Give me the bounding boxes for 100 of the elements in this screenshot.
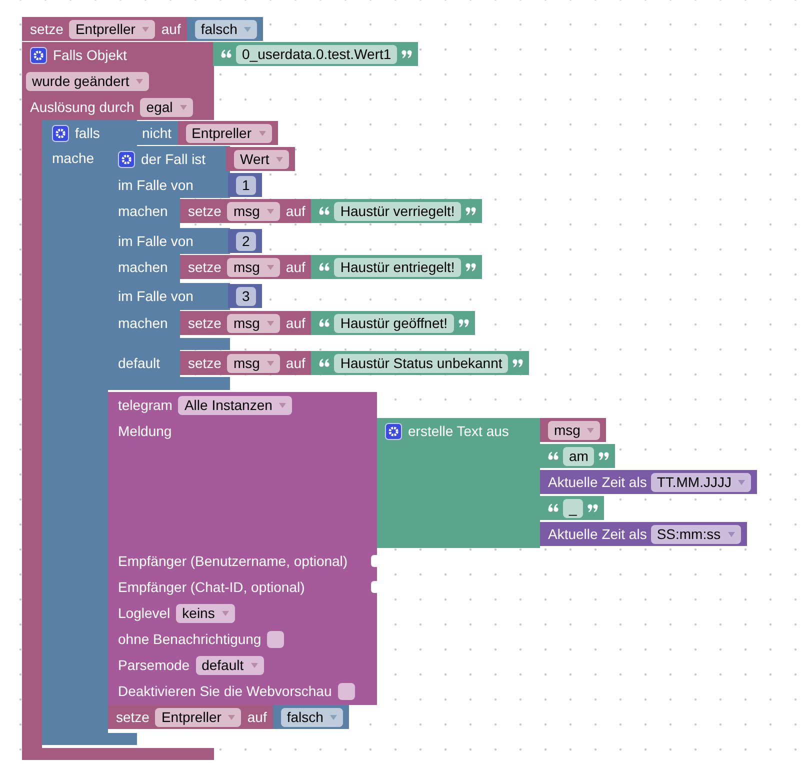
gear-icon[interactable] xyxy=(385,422,402,440)
block-label: auf xyxy=(247,709,267,725)
text-field[interactable]: 1 xyxy=(236,176,256,194)
block-label: auf xyxy=(161,21,181,37)
caret-icon xyxy=(330,714,338,720)
dropdown-field[interactable]: egal xyxy=(140,98,193,116)
caret-icon xyxy=(279,402,286,408)
dropdown-field[interactable]: wurde geändert xyxy=(26,72,150,90)
open-quote-icon xyxy=(319,358,330,368)
open-quote-icon xyxy=(548,503,559,513)
open-quote-icon xyxy=(548,451,559,461)
block-label: falls xyxy=(75,125,100,141)
caret-icon xyxy=(728,532,735,536)
dropdown-field[interactable]: Alle Instanzen xyxy=(178,396,292,414)
block-label: Loglevel xyxy=(118,605,170,621)
dropdown-field[interactable]: TT.MM.JJJJ xyxy=(650,472,752,492)
text-field[interactable]: 2 xyxy=(236,232,256,250)
text-field[interactable]: _ xyxy=(563,498,583,518)
close-quote-icon xyxy=(464,262,476,272)
block-label: Empfänger (Chat-ID, optional) xyxy=(118,579,305,595)
text-field[interactable]: Haustür geöffnet! xyxy=(334,314,454,332)
block-label: auf xyxy=(286,355,306,371)
text-field[interactable]: Haustür verriegelt! xyxy=(334,202,461,220)
text-field[interactable]: am xyxy=(563,446,594,466)
block-label: Auslösung durch xyxy=(30,99,134,115)
dropdown-field[interactable]: msg xyxy=(227,314,280,332)
block-label: machen xyxy=(118,259,168,275)
block-label: telegram xyxy=(118,397,172,413)
caret-icon xyxy=(222,610,229,616)
caret-icon xyxy=(250,662,258,668)
close-quote-icon xyxy=(512,358,524,368)
dropdown-field[interactable]: falsch xyxy=(280,708,344,726)
dropdown-field[interactable]: falsch xyxy=(194,20,258,38)
dropdown-field[interactable]: msg xyxy=(227,354,280,372)
dropdown-field[interactable]: Entpreller xyxy=(69,20,156,38)
block-label: default xyxy=(118,355,160,371)
block-label: setze xyxy=(188,355,222,371)
open-quote-icon xyxy=(221,49,232,59)
dropdown-field[interactable]: SS:mm:ss xyxy=(650,524,741,544)
close-quote-icon xyxy=(464,206,476,216)
block-label: ohne Benachrichtigung xyxy=(118,631,262,647)
close-quote-icon xyxy=(401,49,412,59)
input-socket xyxy=(371,555,377,567)
text-field[interactable]: 0_userdata.0.test.Wert1 xyxy=(236,44,398,64)
block-label: setze xyxy=(30,21,64,37)
dropdown-field[interactable]: msg xyxy=(227,202,280,220)
block-label: erstelle Text aus xyxy=(408,423,509,439)
block-label: Meldung xyxy=(118,423,172,439)
caret-icon xyxy=(244,26,252,32)
block-label: im Falle von xyxy=(118,233,194,249)
dropdown-field[interactable]: keins xyxy=(176,604,235,622)
close-quote-icon xyxy=(458,318,469,328)
caret-icon xyxy=(266,360,274,366)
block-label: Deaktivieren Sie die Webvorschau xyxy=(118,683,332,699)
block-label: Aktuelle Zeit als xyxy=(548,474,647,490)
open-quote-icon xyxy=(319,206,330,216)
caret-icon xyxy=(266,264,274,270)
block-label: machen xyxy=(118,315,168,331)
caret-icon xyxy=(738,480,746,484)
block-label: nicht xyxy=(142,125,172,141)
text-field[interactable]: Haustür Status unbekannt xyxy=(334,354,508,372)
dropdown-field[interactable]: msg xyxy=(227,258,280,276)
block-label: Falls Objekt xyxy=(53,47,127,63)
block-label: Empfänger (Benutzername, optional) xyxy=(118,553,348,569)
caret-icon xyxy=(258,130,266,136)
block-label: setze xyxy=(188,203,222,219)
block-label: mache xyxy=(52,150,94,166)
gear-icon[interactable] xyxy=(118,150,135,168)
caret-icon xyxy=(266,320,274,326)
gear-icon[interactable] xyxy=(30,46,47,64)
gear-icon[interactable] xyxy=(52,124,69,142)
block-label: setze xyxy=(188,259,222,275)
text-field[interactable]: Haustür entriegelt! xyxy=(334,258,461,276)
open-quote-icon xyxy=(319,262,330,272)
text-field[interactable]: 3 xyxy=(236,286,256,306)
caret-icon xyxy=(228,714,236,720)
caret-icon xyxy=(142,26,150,32)
block-label: auf xyxy=(286,259,306,275)
block-label: im Falle von xyxy=(118,177,194,193)
dropdown-field[interactable]: Entpreller xyxy=(186,124,272,142)
open-quote-icon xyxy=(319,318,330,328)
block-label: im Falle von xyxy=(118,288,194,304)
block-label: Parsemode xyxy=(118,657,190,673)
caret-icon xyxy=(266,208,274,214)
block-label: machen xyxy=(118,203,168,219)
close-quote-icon xyxy=(598,451,610,461)
close-quote-icon xyxy=(586,503,598,513)
block-label: auf xyxy=(286,315,306,331)
block-label: auf xyxy=(286,203,306,219)
dropdown-field[interactable]: Entpreller xyxy=(155,708,242,726)
caret-icon xyxy=(180,104,187,110)
block-label: der Fall ist xyxy=(141,151,206,167)
caret-icon xyxy=(587,428,594,432)
dropdown-field[interactable]: Wert xyxy=(234,150,290,168)
block-label: setze xyxy=(116,709,150,725)
input-socket xyxy=(371,581,377,593)
dropdown-field[interactable]: msg xyxy=(548,420,600,440)
dropdown-field[interactable]: default xyxy=(196,656,264,674)
checkbox[interactable] xyxy=(267,630,284,648)
block-label: setze xyxy=(188,315,222,331)
